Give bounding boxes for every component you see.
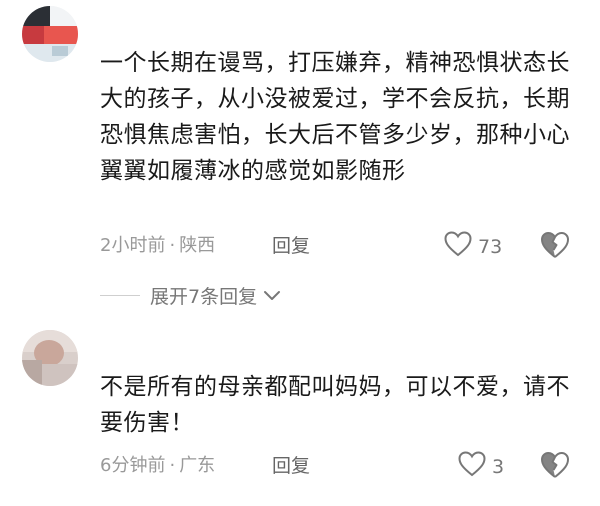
like-button[interactable]: 3 [458, 451, 504, 483]
comment-location: 广东 [179, 455, 216, 476]
comment-thread: 一个长期在谩骂，打压嫌弃，精神恐惧状态长大的孩子，从小没被爱过，学不会反抗，长期… [0, 0, 600, 506]
chevron-down-icon [263, 290, 281, 302]
broken-heart-icon [540, 232, 570, 263]
divider [100, 295, 140, 296]
like-button[interactable]: 73 [444, 231, 502, 263]
reply-button[interactable]: 回复 [272, 234, 310, 258]
expand-replies-label: 展开7条回复 [150, 286, 258, 308]
broken-heart-icon [540, 452, 570, 483]
meta-separator: · [169, 235, 176, 256]
dislike-button[interactable] [540, 451, 570, 479]
expand-replies-button[interactable]: 展开7条回复 [100, 282, 281, 309]
comment-text: 一个长期在谩骂，打压嫌弃，精神恐惧状态长大的孩子，从小没被爱过，学不会反抗，长期… [100, 50, 570, 184]
comment-meta: 6分钟前 · 广东 [100, 454, 215, 478]
dislike-button[interactable] [540, 231, 570, 259]
avatar[interactable] [22, 330, 78, 386]
comment-time: 6分钟前 [100, 455, 166, 476]
reply-button[interactable]: 回复 [272, 454, 310, 478]
heart-outline-icon [458, 451, 486, 483]
like-count: 3 [492, 456, 505, 478]
comment-location: 陕西 [179, 235, 216, 256]
comment-meta: 2小时前 · 陕西 [100, 234, 215, 258]
comment-time: 2小时前 [100, 235, 166, 256]
heart-outline-icon [444, 231, 472, 263]
comment-text: 不是所有的母亲都配叫妈妈，可以不爱，请不要伤害！ [100, 374, 570, 436]
like-count: 73 [478, 236, 503, 258]
meta-separator: · [169, 455, 176, 476]
avatar[interactable] [22, 6, 78, 62]
